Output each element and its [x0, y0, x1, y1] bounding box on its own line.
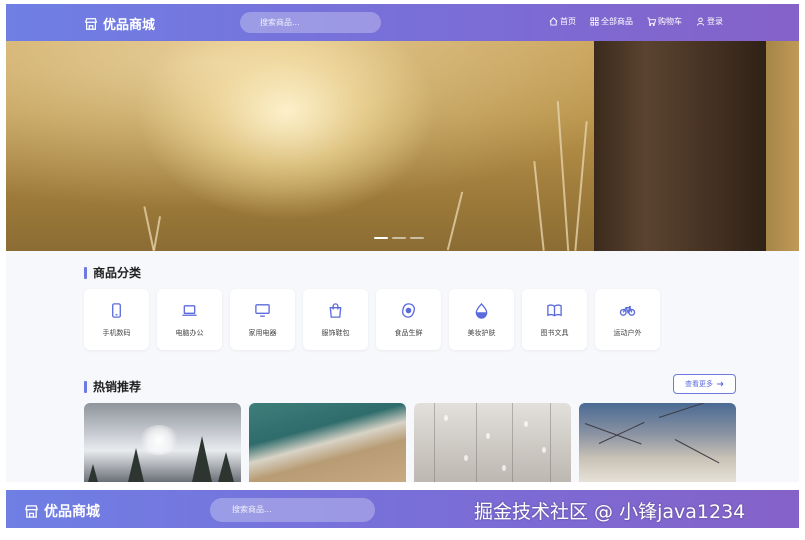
carousel-dot[interactable] [392, 237, 406, 239]
carousel-dot[interactable] [410, 237, 424, 239]
site-logo[interactable]: 优品商城 [24, 501, 100, 521]
main-nav: 首页 全部商品 购物车 登录 [549, 16, 723, 27]
category-label: 美妆护肤 [467, 328, 496, 337]
product-image-drop [524, 421, 528, 427]
category-section-title: 商品分类 [84, 264, 141, 281]
nav-item-login[interactable]: 登录 [696, 16, 723, 27]
phone-icon [112, 302, 121, 318]
user-icon [696, 17, 705, 26]
category-label: 食品生鲜 [394, 328, 423, 337]
hot-products-list [84, 403, 736, 482]
hot-section-title: 热销推荐 [84, 378, 141, 395]
nav-item-cart[interactable]: 购物车 [647, 16, 682, 27]
category-food[interactable]: 食品生鲜 [376, 289, 441, 350]
view-more-label: 查看更多 [685, 380, 713, 388]
product-image-tree [192, 436, 212, 482]
product-image-streak [512, 403, 513, 482]
carousel-indicators [374, 237, 424, 239]
category-computers[interactable]: 电脑办公 [157, 289, 222, 350]
title-accent-bar [84, 266, 87, 279]
grid-icon [590, 17, 599, 26]
product-image-streak [434, 403, 435, 482]
category-list: 手机数码 电脑办公 家用电器 服饰鞋包 食品生鲜 美妆护肤 图书文具 运动户外 [84, 289, 660, 350]
category-label: 服饰鞋包 [321, 328, 350, 337]
bag-icon [329, 302, 342, 318]
bicycle-icon [619, 305, 636, 316]
hot-title-text: 热销推荐 [93, 380, 142, 394]
category-title-text: 商品分类 [93, 266, 142, 280]
view-more-button[interactable]: 查看更多 [673, 374, 736, 394]
app-frame: 优品商城 首页 全部商品 购物车 登录 [6, 4, 799, 482]
site-logo[interactable]: 优品商城 [84, 14, 155, 33]
product-card[interactable] [84, 403, 241, 482]
product-image-tree [218, 452, 234, 482]
laptop-icon [182, 304, 197, 316]
banner-background [766, 41, 799, 251]
category-appliances[interactable]: 家用电器 [230, 289, 295, 350]
monitor-icon [255, 303, 270, 317]
nav-label: 购物车 [658, 17, 682, 26]
product-image-drop [502, 465, 506, 471]
product-image-tree [128, 448, 144, 482]
category-phones[interactable]: 手机数码 [84, 289, 149, 350]
product-image-sun [139, 425, 179, 455]
product-image-branch [674, 439, 720, 464]
search-input[interactable] [240, 12, 381, 33]
logo-text: 优品商城 [44, 504, 100, 520]
product-image-tree [88, 464, 98, 482]
nav-item-all-products[interactable]: 全部商品 [590, 16, 633, 27]
egg-icon [401, 302, 416, 318]
logo-text: 优品商城 [103, 18, 156, 33]
category-apparel[interactable]: 服饰鞋包 [303, 289, 368, 350]
banner-tree-trunk [594, 41, 766, 251]
product-image-branch [658, 403, 726, 418]
category-label: 运动户外 [613, 328, 642, 337]
top-header: 优品商城 首页 全部商品 购物车 登录 [6, 4, 799, 41]
product-card[interactable] [414, 403, 571, 482]
store-icon [84, 17, 98, 30]
title-accent-bar [84, 380, 87, 393]
product-image-drop [542, 447, 546, 453]
category-label: 图书文具 [540, 328, 569, 337]
droplet-icon [475, 302, 488, 319]
nav-label: 登录 [707, 17, 723, 26]
category-beauty[interactable]: 美妆护肤 [449, 289, 514, 350]
store-icon [25, 504, 38, 518]
category-books[interactable]: 图书文具 [522, 289, 587, 350]
product-image-drop [444, 415, 448, 421]
nav-item-home[interactable]: 首页 [549, 16, 576, 27]
product-image-drop [464, 455, 468, 461]
book-icon [547, 303, 562, 317]
watermark-text: 掘金技术社区 @ 小锋java1234 [474, 501, 746, 523]
product-image-drop [486, 433, 490, 439]
product-card[interactable] [579, 403, 736, 482]
product-image-streak [476, 403, 477, 482]
product-image-streak [550, 403, 551, 482]
category-label: 家用电器 [248, 328, 277, 337]
category-label: 电脑办公 [175, 328, 204, 337]
category-label: 手机数码 [102, 328, 131, 337]
product-image-branch [598, 421, 645, 444]
product-card[interactable] [249, 403, 406, 482]
hero-banner[interactable] [6, 41, 799, 251]
category-sports[interactable]: 运动户外 [595, 289, 660, 350]
nav-label: 全部商品 [601, 17, 633, 26]
search-input[interactable] [210, 498, 375, 522]
carousel-dot[interactable] [374, 237, 388, 239]
arrow-right-icon [717, 381, 724, 387]
home-icon [549, 17, 558, 26]
cart-icon [647, 17, 656, 26]
nav-label: 首页 [560, 17, 576, 26]
